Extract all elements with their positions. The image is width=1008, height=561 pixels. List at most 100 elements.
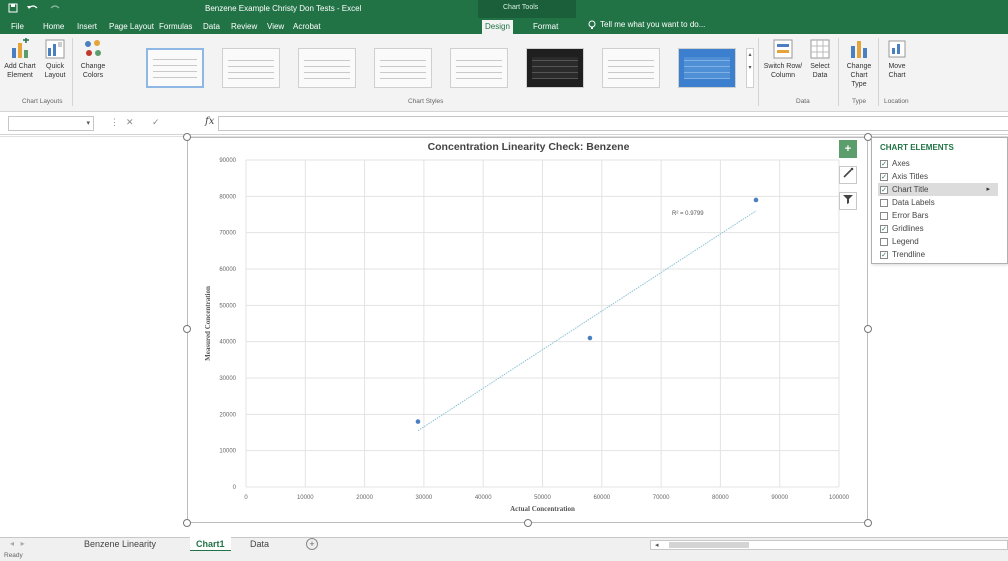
element-trendline[interactable]: ✓ Trendline	[878, 248, 998, 261]
resize-handle-top-left[interactable]	[183, 133, 191, 141]
y-tick-label: 40000	[219, 340, 236, 346]
element-gridlines[interactable]: ✓ Gridlines	[878, 222, 998, 235]
ribbon-tab-bar: File Home Insert Page Layout Formulas Da…	[0, 18, 1008, 34]
data-labels-checkbox[interactable]	[880, 198, 888, 207]
tab-home[interactable]: Home	[40, 20, 67, 34]
chart-style-8[interactable]	[678, 48, 736, 88]
chart-style-4[interactable]	[374, 48, 432, 88]
data-point	[587, 335, 593, 341]
tab-insert[interactable]: Insert	[74, 20, 100, 34]
group-separator	[838, 38, 839, 106]
trendline-checkbox[interactable]: ✓	[880, 250, 888, 259]
select-data-button[interactable]: Select Data	[806, 38, 834, 80]
tell-me-box[interactable]: Tell me what you want to do...	[588, 20, 705, 32]
plot-area[interactable]: 0 10000 20000 30000 40000 50000 60000 70000 8000…	[188, 138, 869, 524]
x-tick-label: 50000	[534, 495, 551, 501]
x-tick-label: 0	[244, 495, 248, 501]
resize-handle-right[interactable]	[864, 325, 872, 333]
horizontal-scrollbar[interactable]: ◂	[650, 540, 1008, 550]
y-tick-label: 20000	[219, 412, 236, 418]
axes-checkbox[interactable]: ✓	[880, 159, 888, 168]
chart-layouts-group-label: Chart Layouts	[22, 98, 63, 105]
sheet-tab-benzene-linearity[interactable]: Benzene Linearity	[78, 537, 162, 552]
resize-handle-bottom-left[interactable]	[183, 519, 191, 527]
tab-page-layout[interactable]: Page Layout	[106, 20, 157, 34]
element-error-bars[interactable]: Error Bars	[878, 209, 998, 222]
change-colors-icon	[82, 38, 104, 60]
quick-layout-icon	[44, 38, 66, 60]
move-chart-icon	[886, 38, 908, 60]
add-sheet-button[interactable]: +	[306, 538, 318, 550]
legend-checkbox[interactable]	[880, 237, 888, 246]
chevron-right-icon[interactable]: ▸	[986, 183, 990, 196]
scroll-thumb[interactable]	[669, 542, 749, 548]
window-title: Benzene Example Christy Don Tests - Exce…	[205, 4, 362, 13]
quick-layout-button[interactable]: Quick Layout	[40, 38, 70, 80]
tab-view[interactable]: View	[264, 20, 287, 34]
select-data-icon	[809, 38, 831, 60]
gridlines-checkbox[interactable]: ✓	[880, 224, 888, 233]
add-chart-element-icon	[9, 37, 31, 60]
formula-input[interactable]	[218, 116, 1008, 131]
resize-handle-bottom[interactable]	[524, 519, 532, 527]
cancel-icon[interactable]: ✕	[126, 117, 134, 128]
quick-access-toolbar	[8, 3, 62, 15]
x-tick-label: 20000	[356, 495, 373, 501]
scroll-left-icon[interactable]: ◂	[655, 541, 659, 550]
chart-style-1[interactable]	[146, 48, 204, 88]
x-tick-label: 70000	[653, 495, 670, 501]
change-colors-button[interactable]: Change Colors	[76, 38, 110, 80]
chart-style-3[interactable]	[298, 48, 356, 88]
undo-icon[interactable]	[26, 3, 40, 15]
chart-sheet: Concentration Linearity Check: Benzene 0…	[0, 133, 1008, 537]
location-group-label: Location	[884, 98, 909, 105]
element-chart-title[interactable]: ✓ Chart Title ▸	[878, 183, 998, 196]
tab-formulas[interactable]: Formulas	[156, 20, 195, 34]
chart-area[interactable]: Concentration Linearity Check: Benzene 0…	[187, 137, 868, 523]
element-axes[interactable]: ✓ Axes	[878, 157, 998, 170]
error-bars-checkbox[interactable]	[880, 211, 888, 220]
axis-titles-checkbox[interactable]: ✓	[880, 172, 888, 181]
gallery-scroll[interactable]: ▴ ▾	[746, 48, 754, 88]
enter-icon[interactable]: ✓	[152, 117, 160, 128]
redo-icon[interactable]	[48, 3, 62, 15]
chart-title-checkbox[interactable]: ✓	[880, 185, 888, 194]
insert-function-icon[interactable]: fx	[205, 116, 214, 127]
type-group-label: Type	[852, 98, 867, 105]
tab-data[interactable]: Data	[200, 20, 223, 34]
name-box[interactable]: ▾	[8, 116, 94, 131]
chart-styles-brush-button[interactable]	[839, 166, 857, 184]
chart-elements-title: CHART ELEMENTS	[880, 143, 954, 152]
chart-filters-button[interactable]	[839, 192, 857, 210]
change-chart-type-button[interactable]: Change Chart Type	[842, 38, 876, 89]
resize-handle-left[interactable]	[183, 325, 191, 333]
resize-handle-bottom-right[interactable]	[864, 519, 872, 527]
tab-format[interactable]: Format	[530, 20, 561, 34]
sheet-tab-chart1[interactable]: Chart1	[190, 537, 231, 552]
switch-row-column-button[interactable]: Switch Row/ Column	[762, 38, 804, 80]
x-tick-label: 100000	[829, 495, 850, 501]
change-chart-type-icon	[848, 38, 870, 60]
tab-review[interactable]: Review	[228, 20, 260, 34]
add-chart-element-button[interactable]: Add Chart Element	[2, 37, 38, 80]
sheet-nav-arrows[interactable]: ◂ ▸	[10, 539, 25, 548]
trendline	[417, 210, 757, 432]
element-axis-titles[interactable]: ✓ Axis Titles	[878, 170, 998, 183]
chart-style-5[interactable]	[450, 48, 508, 88]
tab-file[interactable]: File	[8, 20, 27, 34]
chart-style-6[interactable]	[526, 48, 584, 88]
tab-acrobat[interactable]: Acrobat	[290, 20, 324, 34]
group-separator	[72, 38, 73, 106]
chart-style-7[interactable]	[602, 48, 660, 88]
element-data-labels[interactable]: Data Labels	[878, 196, 998, 209]
chart-style-2[interactable]	[222, 48, 280, 88]
save-icon[interactable]	[8, 3, 18, 15]
data-group-label: Data	[796, 98, 810, 105]
chevron-down-icon[interactable]: ▾	[86, 119, 90, 127]
ribbon: Add Chart Element Quick Layout Change Co…	[0, 34, 1008, 112]
tab-design[interactable]: Design	[482, 20, 513, 34]
move-chart-button[interactable]: Move Chart	[882, 38, 912, 80]
sheet-tab-data[interactable]: Data	[244, 537, 275, 552]
element-legend[interactable]: Legend	[878, 235, 998, 248]
chart-elements-button[interactable]: +	[839, 140, 857, 158]
